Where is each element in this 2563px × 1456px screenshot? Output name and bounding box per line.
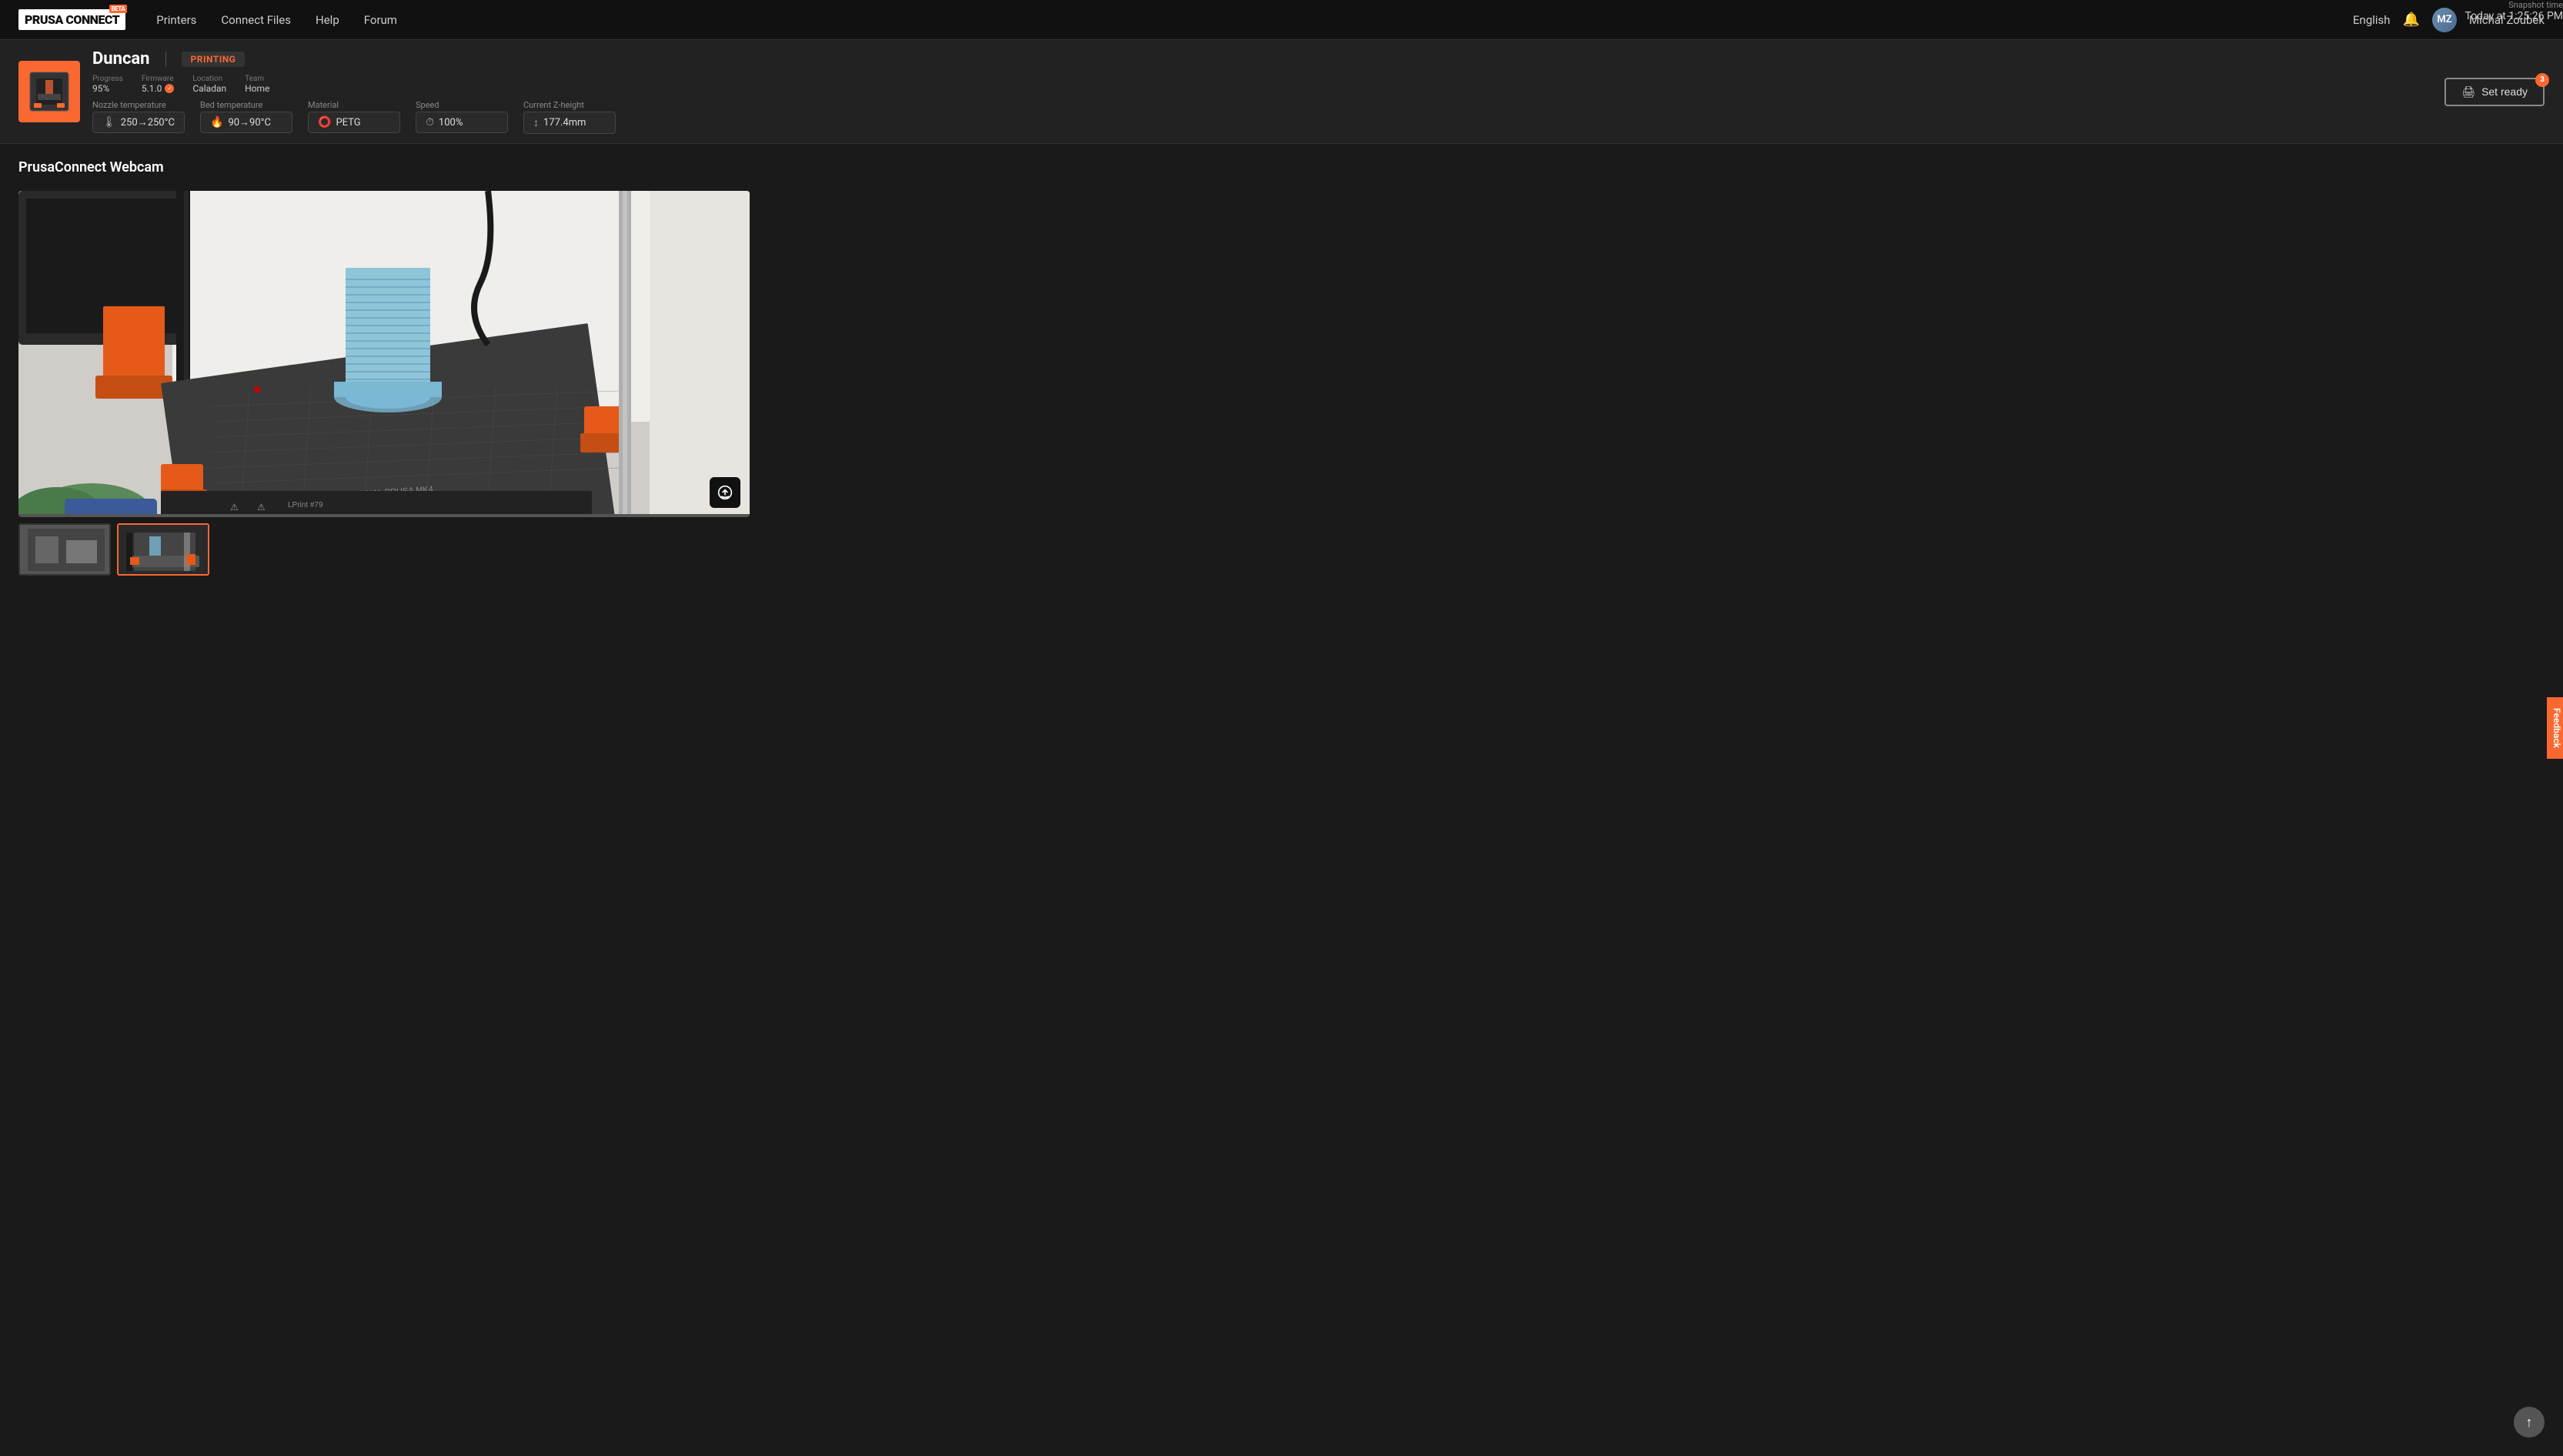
- team-label: Team: [245, 75, 269, 83]
- stat-material: Material ⭕ PETG: [308, 100, 400, 134]
- z-height-value-row: ↕ 177.4mm: [523, 112, 616, 134]
- printer-stats: Nozzle temperature 🌡 250→250°C Bed tempe…: [92, 100, 2432, 134]
- webcam-title: PrusaConnect Webcam: [18, 159, 164, 175]
- bed-icon: 🔥: [210, 116, 223, 129]
- printer-meta: Progress 95% Firmware 5.1.0 ✓ Location C…: [92, 75, 2432, 94]
- thumbnail-row: [18, 523, 750, 576]
- stat-speed: Speed ⏱ 100%: [416, 100, 508, 134]
- nav-help[interactable]: Help: [316, 13, 339, 27]
- location-label: Location: [192, 75, 226, 83]
- nozzle-label: Nozzle temperature: [92, 100, 185, 110]
- nozzle-icon: 🌡: [102, 116, 116, 129]
- material-icon: ⭕: [318, 116, 331, 129]
- set-ready-label: Set ready: [2481, 85, 2528, 98]
- svg-text:LPrint #79: LPrint #79: [288, 501, 323, 509]
- nozzle-value: 250→250°C: [121, 116, 175, 129]
- stat-nozzle: Nozzle temperature 🌡 250→250°C: [92, 100, 185, 134]
- printer-info: Duncan PRINTING Progress 95% Firmware 5.…: [92, 49, 2432, 134]
- stat-z-height: Current Z-height ↕ 177.4mm: [523, 100, 616, 134]
- material-label: Material: [308, 100, 400, 110]
- language-selector[interactable]: English: [2353, 13, 2391, 27]
- snapshot-info: Snapshot time Today at 1:25:26 PM: [2465, 0, 2563, 22]
- navbar: PRUSA CONNECT BETA Printers Connect File…: [0, 0, 2563, 40]
- webcam-container: ORIGINAL PRUSA MK4 by Josef Prusa: [18, 191, 750, 576]
- webcam-upload-button[interactable]: [710, 477, 740, 508]
- scroll-top-button[interactable]: ↑: [2514, 1407, 2545, 1438]
- logo[interactable]: PRUSA CONNECT BETA: [18, 9, 125, 30]
- bed-label: Bed temperature: [200, 100, 292, 110]
- snapshot-label: Snapshot time: [2465, 0, 2563, 10]
- svg-text:⚠: ⚠: [257, 502, 266, 513]
- thumbnail-2[interactable]: [117, 523, 209, 576]
- material-value-row: ⭕ PETG: [308, 112, 400, 133]
- avatar: MZ: [2432, 8, 2457, 32]
- webcam-image: ORIGINAL PRUSA MK4 by Josef Prusa: [18, 191, 750, 517]
- nozzle-value-row: 🌡 250→250°C: [92, 112, 185, 133]
- svg-text:⚠: ⚠: [230, 502, 239, 513]
- nav-connect-files[interactable]: Connect Files: [221, 13, 291, 27]
- set-ready-button[interactable]: 🖨 Set ready 3: [2444, 78, 2545, 106]
- notifications-icon[interactable]: 🔔: [2403, 12, 2420, 28]
- speed-label: Speed: [416, 100, 508, 110]
- location-value: Caladan: [192, 83, 226, 94]
- meta-team: Team Home: [245, 75, 269, 94]
- thumbnail-1[interactable]: [18, 523, 111, 576]
- beta-badge: BETA: [109, 5, 128, 13]
- z-height-label: Current Z-height: [523, 100, 616, 110]
- stat-bed: Bed temperature 🔥 90→90°C: [200, 100, 292, 134]
- team-value: Home: [245, 83, 269, 94]
- printer-icon: 🖨: [2461, 85, 2475, 99]
- z-height-icon: ↕: [533, 116, 539, 129]
- bed-value-row: 🔥 90→90°C: [200, 112, 292, 133]
- firmware-ok-icon: ✓: [165, 84, 174, 93]
- progress-value: 95%: [92, 83, 123, 94]
- printer-name: Duncan: [92, 49, 150, 68]
- z-height-value: 177.4mm: [543, 117, 586, 129]
- bed-value: 90→90°C: [228, 116, 271, 129]
- printer-name-row: Duncan PRINTING: [92, 49, 2432, 68]
- nav-links: Printers Connect Files Help Forum: [156, 13, 2353, 27]
- set-ready-badge: 3: [2535, 73, 2549, 87]
- nav-forum[interactable]: Forum: [364, 13, 397, 27]
- firmware-value: 5.1.0 ✓: [142, 83, 175, 94]
- material-value: PETG: [336, 117, 360, 129]
- progress-label: Progress: [92, 75, 123, 83]
- meta-firmware: Firmware 5.1.0 ✓: [142, 75, 175, 94]
- printer-header: Duncan PRINTING Progress 95% Firmware 5.…: [0, 40, 2563, 144]
- meta-location: Location Caladan: [192, 75, 226, 94]
- logo-text: PRUSA CONNECT: [25, 12, 119, 27]
- nav-printers[interactable]: Printers: [156, 13, 196, 27]
- snapshot-time: Today at 1:25:26 PM: [2465, 10, 2563, 22]
- feedback-tab[interactable]: Feedback: [2547, 697, 2563, 759]
- main-content: PrusaConnect Webcam Snapshot time Today …: [0, 144, 2563, 591]
- printer-status: PRINTING: [182, 52, 246, 67]
- meta-progress: Progress 95%: [92, 75, 123, 94]
- speed-value: 100%: [439, 117, 463, 129]
- divider: [165, 52, 166, 67]
- speed-icon: ⏱: [426, 116, 434, 129]
- printer-thumbnail: [18, 61, 80, 122]
- speed-value-row: ⏱ 100%: [416, 112, 508, 133]
- firmware-label: Firmware: [142, 75, 175, 83]
